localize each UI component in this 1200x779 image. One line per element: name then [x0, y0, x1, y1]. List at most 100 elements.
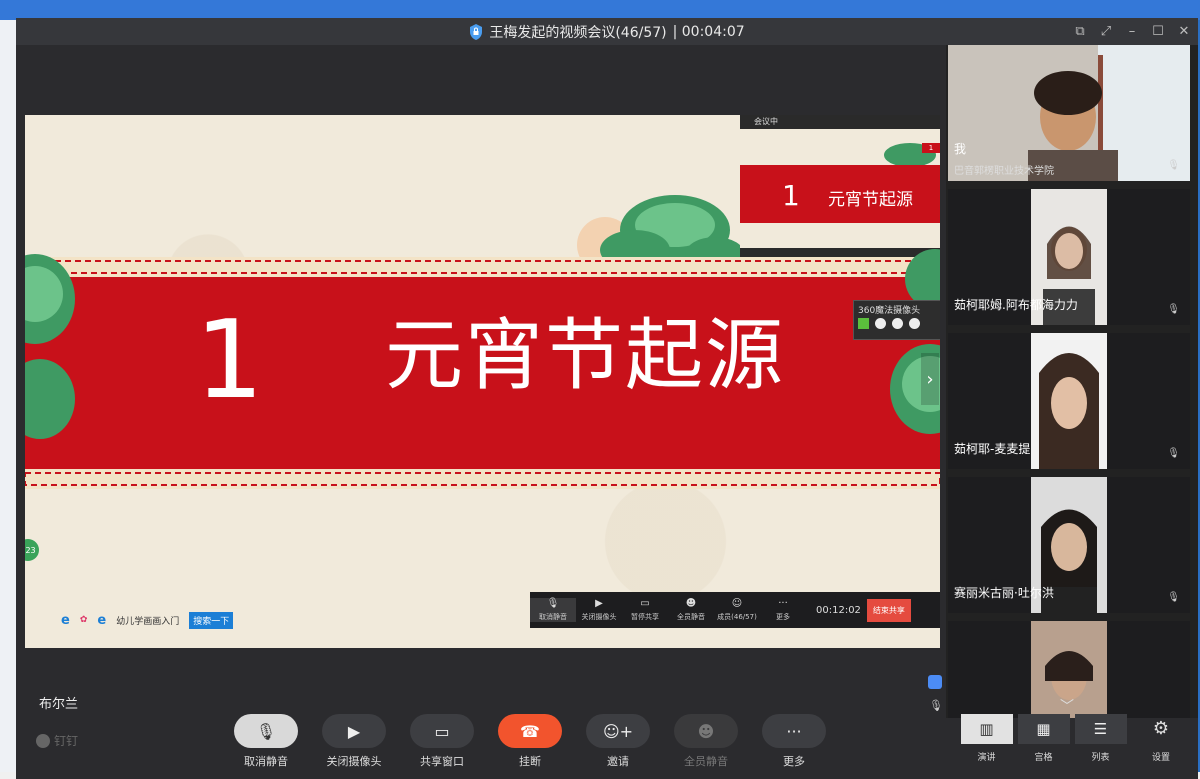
meeting-title: 王梅发起的视频会议(46/57)	[489, 24, 667, 41]
mini-more-button: ··· 更多	[776, 598, 790, 621]
participant-tile[interactable]: 茹柯耶-麦麦提 🎙	[948, 333, 1190, 469]
participant-tile[interactable]: ﹀	[948, 621, 1190, 718]
participant-tile[interactable]: 茹柯耶姆.阿布都海力力 🎙	[948, 189, 1190, 325]
grid-view-button[interactable]: ▦ 宫格	[1015, 714, 1072, 763]
thumb-slide-number: 1	[782, 179, 800, 212]
participant-tile-me[interactable]: 我 巴音郭楞职业技术学院 🎙	[948, 45, 1190, 181]
mini-members-button: ☺ 成员(46/57)	[717, 598, 757, 621]
smile-icon[interactable]	[875, 318, 886, 329]
desktop-top-bar	[0, 0, 1200, 20]
mute-all-button[interactable]: ☻ 全员静音	[666, 714, 746, 769]
hangup-label: 挂断	[519, 755, 541, 768]
slide-banner: 1 元宵节起源	[25, 249, 940, 489]
close-icon[interactable]: ✕	[1176, 22, 1192, 40]
share-window-button[interactable]: ▭ 共享窗口	[402, 714, 482, 769]
thumb-corner-number: 1	[922, 143, 940, 153]
mute-all-label: 全员静音	[684, 755, 728, 768]
camera-button[interactable]: ▶ 关闭摄像头	[314, 714, 394, 769]
participant-org: 巴音郭楞职业技术学院	[954, 166, 1054, 177]
self-video	[948, 45, 1190, 181]
mini-mute-all-button: ☻ 全员静音	[677, 598, 705, 621]
participant-name: 茹柯耶姆.阿布都海力力	[954, 298, 1078, 312]
mute-all-icon: ☻	[674, 714, 738, 748]
video-camera-icon: ▶	[322, 714, 386, 748]
participant-name: 我	[954, 142, 967, 156]
speaker-view-label: 演讲	[977, 753, 996, 763]
speaker-layout-icon: ▥	[960, 714, 1013, 744]
mic-muted-icon: 🎙	[1167, 592, 1180, 603]
meeting-timer: | 00:04:07	[672, 23, 745, 40]
mic-muted-icon: 🎙	[1167, 448, 1180, 459]
mic-muted-icon: 🎙	[1167, 160, 1180, 171]
more-button[interactable]: ··· 更多	[754, 714, 834, 769]
shared-screen: 会议中 1 1 元宵节起源 1 元宵节起源 360魔法摄像头 › 23 e ✿ …	[25, 115, 940, 648]
app-icon: ✿	[79, 615, 88, 625]
camera-360-label: 360魔法摄像头	[858, 306, 921, 316]
next-slide-arrow[interactable]: ›	[921, 353, 939, 405]
effect-icon[interactable]	[909, 318, 920, 329]
ie-icon: e	[61, 612, 70, 628]
phone-hangup-icon: ☎	[498, 714, 562, 748]
image-icon: ▭	[410, 714, 474, 748]
participant-tile[interactable]: 赛丽米古丽·吐尔洪 🎙	[948, 477, 1190, 613]
ie-icon-2: e	[97, 612, 107, 628]
pause-icon[interactable]	[858, 318, 869, 329]
shared-taskbar: e ✿ e 幼儿学画画入门 搜索一下	[61, 611, 234, 629]
chevron-down-icon[interactable]: ﹀	[1060, 696, 1074, 716]
grid-layout-icon: ▦	[1017, 714, 1070, 744]
active-speaker-name: 布尔兰	[39, 697, 79, 712]
speaker-share-icon	[928, 675, 942, 689]
main-stage: 会议中 1 1 元宵节起源 1 元宵节起源 360魔法摄像头 › 23 e ✿ …	[25, 45, 943, 718]
bottom-controls: 钉钉 🎙 取消静音 ▶ 关闭摄像头 ▭ 共享窗口 ☎ 挂断 ☺+ 邀请 ☻ 全员…	[16, 714, 1198, 779]
mute-button[interactable]: 🎙 取消静音	[226, 714, 306, 769]
desktop-left-strip	[0, 20, 16, 779]
camera-label: 关闭摄像头	[326, 755, 382, 768]
fullscreen-icon[interactable]: ⤢	[1098, 22, 1114, 40]
hangup-button[interactable]: ☎ 挂断	[490, 714, 570, 769]
dingtalk-logo-icon	[36, 733, 50, 748]
participant-name: 赛丽米古丽·吐尔洪	[954, 586, 1054, 600]
gear-icon: ⚙	[1152, 718, 1170, 739]
speaker-mic-muted-icon: 🎙	[929, 699, 943, 712]
chat-icon[interactable]	[892, 318, 903, 329]
view-mode-group: ▥ 演讲 ▦ 宫格 ☰ 列表	[958, 714, 1129, 763]
participant-video	[1031, 333, 1107, 469]
taskbar-search: 搜索一下	[189, 611, 234, 629]
speaker-view-button[interactable]: ▥ 演讲	[958, 714, 1015, 763]
brand-label: 钉钉	[54, 734, 79, 748]
dingtalk-brand: 钉钉	[36, 732, 78, 749]
settings-button[interactable]: ⚙ 设置	[1146, 714, 1176, 763]
mini-timer: 00:12:02	[816, 604, 861, 616]
pin-icon[interactable]: ⧉	[1072, 22, 1088, 40]
mic-off-icon: 🎙	[234, 714, 298, 748]
maximize-icon[interactable]: ☐	[1150, 22, 1166, 40]
minimize-icon[interactable]: –	[1124, 22, 1140, 40]
mini-pause-share-button: ▭ 暂停共享	[631, 598, 659, 621]
more-label: 更多	[783, 755, 805, 768]
grid-view-label: 宫格	[1034, 753, 1053, 763]
share-label: 共享窗口	[420, 755, 464, 768]
slide-number: 1	[195, 298, 264, 423]
pine-decoration-left	[25, 254, 75, 439]
share-preview-thumbnail: 会议中 1 1 元宵节起源	[740, 115, 940, 258]
invite-label: 邀请	[607, 755, 629, 768]
list-layout-icon: ☰	[1074, 714, 1127, 744]
invite-button[interactable]: ☺+ 邀请	[578, 714, 658, 769]
mute-label: 取消静音	[244, 755, 288, 768]
participant-panel: 我 巴音郭楞职业技术学院 🎙 茹柯耶姆.阿布都海力力 🎙 茹柯耶-麦麦提 🎙 赛…	[946, 45, 1198, 718]
camera-360-widget[interactable]: 360魔法摄像头	[853, 300, 940, 340]
more-dots-icon: ···	[762, 714, 826, 748]
list-view-button[interactable]: ☰ 列表	[1072, 714, 1129, 763]
mini-camera-button: ▶ 关闭摄像头	[581, 598, 617, 621]
meeting-window: 王梅发起的视频会议(46/57) | 00:04:07 ⧉ ⤢ – ☐ ✕ 会议	[16, 18, 1198, 779]
mini-mute-button: 🎙 取消静音	[530, 598, 576, 622]
participant-name: 茹柯耶-麦麦提	[954, 442, 1031, 456]
add-user-icon: ☺+	[586, 714, 650, 748]
shared-mini-toolbar: 🎙 取消静音 ▶ 关闭摄像头 ▭ 暂停共享 ☻ 全员静音 ☺ 成员(46/57) ··· 更…	[530, 592, 940, 628]
list-view-label: 列表	[1091, 753, 1110, 763]
thumb-slide-title: 元宵节起源	[828, 190, 913, 210]
shield-lock-icon	[470, 23, 483, 40]
pine-decoration-right	[890, 249, 940, 434]
thumb-status: 会议中	[754, 117, 778, 126]
mic-muted-icon: 🎙	[1167, 304, 1180, 315]
